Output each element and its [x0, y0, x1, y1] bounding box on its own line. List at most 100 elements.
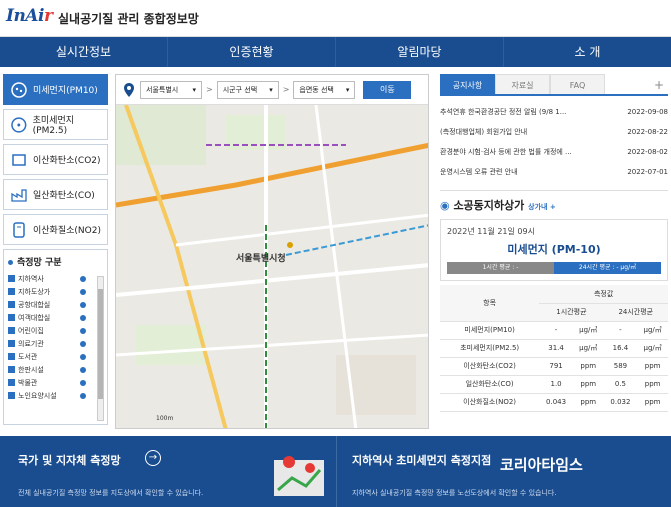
- chevron-down-icon: ▾: [269, 85, 273, 94]
- pm10-button[interactable]: 미세먼지(PM10): [3, 74, 108, 105]
- notice-row[interactable]: 환경분야 시험·검사 등에 관한 법률 개정에 ... 2022-08-02: [440, 142, 668, 162]
- station-item: 미세먼지 (PM-10): [507, 243, 601, 256]
- subway-subtitle: 지하역사 실내공기질 측정망 정보를 노선도상에서 확인할 수 있습니다.: [352, 489, 557, 497]
- co-label: 일산화탄소(CO): [33, 191, 95, 201]
- tab-notice[interactable]: 공지사항: [440, 74, 495, 94]
- category-row[interactable]: 여객대합실: [8, 311, 103, 324]
- category-row[interactable]: 공항대합실: [8, 298, 103, 311]
- factory-icon: [11, 188, 27, 202]
- category-row[interactable]: 어린이집: [8, 324, 103, 337]
- category-title: 측정망 구분: [8, 253, 103, 272]
- nav-realtime[interactable]: 실시간정보: [0, 37, 168, 67]
- category-row[interactable]: 한판시설: [8, 363, 103, 376]
- site-title: 실내공기질 관리 종합정보망: [58, 12, 199, 26]
- meter-icon: [13, 221, 25, 238]
- map-scale: 100m: [156, 415, 173, 422]
- city-select[interactable]: 서울특별시 ▾: [140, 80, 202, 99]
- checkbox[interactable]: [8, 366, 15, 373]
- header: InAir 실내공기질 관리 종합정보망: [0, 0, 671, 37]
- nav-notice[interactable]: 알림마당: [336, 37, 504, 67]
- marker-icon: [80, 288, 86, 295]
- category-row[interactable]: 의료기관: [8, 337, 103, 350]
- arrow-right-icon[interactable]: →: [145, 450, 161, 466]
- watermark: 코리아타임스: [500, 456, 583, 474]
- go-button[interactable]: 이동: [363, 80, 412, 99]
- checkbox[interactable]: [8, 301, 15, 308]
- hospital-icon: [80, 340, 86, 347]
- notice-tabs: 공지사항 자료실 FAQ +: [440, 74, 668, 96]
- checkbox[interactable]: [8, 340, 15, 347]
- district-select[interactable]: 시군구 선택 ▾: [216, 80, 279, 99]
- location-pin-icon: [124, 82, 134, 97]
- co2-label: 이산화탄소(CO2): [33, 156, 101, 166]
- plus-icon[interactable]: +: [654, 74, 668, 94]
- right-panel: 공지사항 자료실 FAQ + 추석연휴 한국환경공단 정전 알림 (9/8 1.…: [440, 74, 668, 429]
- nav-certification[interactable]: 인증현황: [168, 37, 336, 67]
- dust-icon: [11, 81, 27, 98]
- dong-select[interactable]: 읍면동 선택 ▾: [293, 80, 356, 99]
- day-avg-bar: 24시간 평균 : - μg/㎥: [554, 262, 661, 274]
- map-view[interactable]: 서울특별시청 100m: [116, 104, 428, 428]
- national-subtitle: 전체 실내공기질 측정망 정보를 지도상에서 확인할 수 있습니다.: [18, 489, 204, 497]
- plane-icon: [80, 301, 86, 308]
- tab-archive[interactable]: 자료실: [495, 74, 550, 94]
- checkbox[interactable]: [8, 275, 15, 282]
- notice-row[interactable]: (측정대행업체) 회원가입 안내 2022-08-22: [440, 122, 668, 142]
- table-row: 초미세먼지(PM2.5) 31.4 μg/㎥ 16.4 μg/㎥: [440, 339, 668, 358]
- national-network-banner[interactable]: 국가 및 지자체 측정망 → 전체 실내공기질 측정망 정보를 지도상에서 확인…: [0, 436, 337, 507]
- table-row: 미세먼지(PM10) - μg/㎥ - μg/㎥: [440, 321, 668, 340]
- map-container: 서울특별시 ▾ > 시군구 선택 ▾ > 읍면동 선택 ▾ 이동 서울특별시청 100…: [115, 74, 429, 429]
- marker-icon: [80, 275, 86, 282]
- fine-dust-icon: [11, 116, 27, 133]
- pm25-button[interactable]: 초미세먼지(PM2.5): [3, 109, 108, 140]
- left-panel: 미세먼지(PM10) 초미세먼지(PM2.5) 이산화탄소(CO2) 일산화탄소…: [3, 74, 108, 429]
- scrollbar[interactable]: [97, 276, 104, 421]
- museum-icon: [80, 379, 86, 386]
- map-graphic: 서울특별시청 100m: [116, 104, 428, 428]
- category-row[interactable]: 지하도상가: [8, 285, 103, 298]
- chevron-down-icon: ▾: [192, 85, 196, 94]
- notice-row[interactable]: 추석연휴 한국환경공단 정전 알림 (9/8 1... 2022-09-08: [440, 102, 668, 122]
- category-row[interactable]: 박물관: [8, 376, 103, 389]
- station-title: ◉ 소공동지하상가 상가내 +: [440, 199, 556, 212]
- bus-icon: [80, 314, 86, 321]
- map-toolbar: 서울특별시 ▾ > 시군구 선택 ▾ > 읍면동 선택 ▾ 이동: [116, 75, 428, 105]
- table-row: 이산화탄소(CO2) 791 ppm 589 ppm: [440, 357, 668, 376]
- co-button[interactable]: 일산화탄소(CO): [3, 179, 108, 210]
- table-row: 일산화탄소(CO) 1.0 ppm 0.5 ppm: [440, 375, 668, 394]
- nav-about[interactable]: 소 개: [504, 37, 671, 67]
- hour-avg-bar: 1시간 평균 : -: [447, 262, 554, 274]
- co2-button[interactable]: 이산화탄소(CO2): [3, 144, 108, 175]
- no2-label: 이산화질소(NO2): [33, 226, 101, 236]
- category-panel: 측정망 구분 지하역사 지하도상가 공항대합실 여객대합실 어린이집 의료기관 …: [3, 249, 108, 425]
- logo[interactable]: InAir: [6, 6, 53, 26]
- book-icon: [80, 353, 86, 360]
- measure-table: 항목 측정값 1시간평균 24시간평균 미세먼지(PM10) - μg/㎥ - μg/㎥ 초…: [440, 285, 668, 412]
- tab-faq[interactable]: FAQ: [550, 74, 605, 94]
- table-row: 이산화질소(NO2) 0.043 ppm 0.032 ppm: [440, 393, 668, 412]
- avg-bars: 1시간 평균 : - 24시간 평균 : - μg/㎥: [447, 262, 661, 274]
- subway-title: 지하역사 초미세먼지 측정지점: [352, 454, 492, 467]
- station-date: 2022년 11월 21일 09시: [447, 227, 535, 236]
- checkbox[interactable]: [8, 288, 15, 295]
- checkbox[interactable]: [8, 353, 15, 360]
- notice-list: 추석연휴 한국환경공단 정전 알림 (9/8 1... 2022-09-08 (측…: [440, 102, 668, 182]
- station-panel: ◉ 소공동지하상가 상가내 + 2022년 11월 21일 09시 미세먼지 (…: [440, 190, 668, 412]
- category-row[interactable]: 도서관: [8, 350, 103, 363]
- elder-icon: [80, 392, 86, 399]
- co2-icon: [12, 153, 26, 166]
- main-nav: 실시간정보 인증현황 알림마당 소 개: [0, 37, 671, 67]
- building-icon: [80, 366, 86, 373]
- national-title: 국가 및 지자체 측정망: [18, 454, 121, 467]
- station-summary: 2022년 11월 21일 09시 미세먼지 (PM-10) 1시간 평균 : …: [440, 219, 668, 281]
- no2-button[interactable]: 이산화질소(NO2): [3, 214, 108, 245]
- category-row[interactable]: 지하역사: [8, 272, 103, 285]
- notice-row[interactable]: 운영시스템 오류 관련 안내 2022-07-01: [440, 162, 668, 182]
- map-pin-icon: [274, 456, 324, 496]
- checkbox[interactable]: [8, 392, 15, 399]
- checkbox[interactable]: [8, 379, 15, 386]
- checkbox[interactable]: [8, 327, 15, 334]
- checkbox[interactable]: [8, 314, 15, 321]
- chevron-down-icon: ▾: [345, 85, 350, 94]
- category-row[interactable]: 노인요양시설: [8, 389, 103, 402]
